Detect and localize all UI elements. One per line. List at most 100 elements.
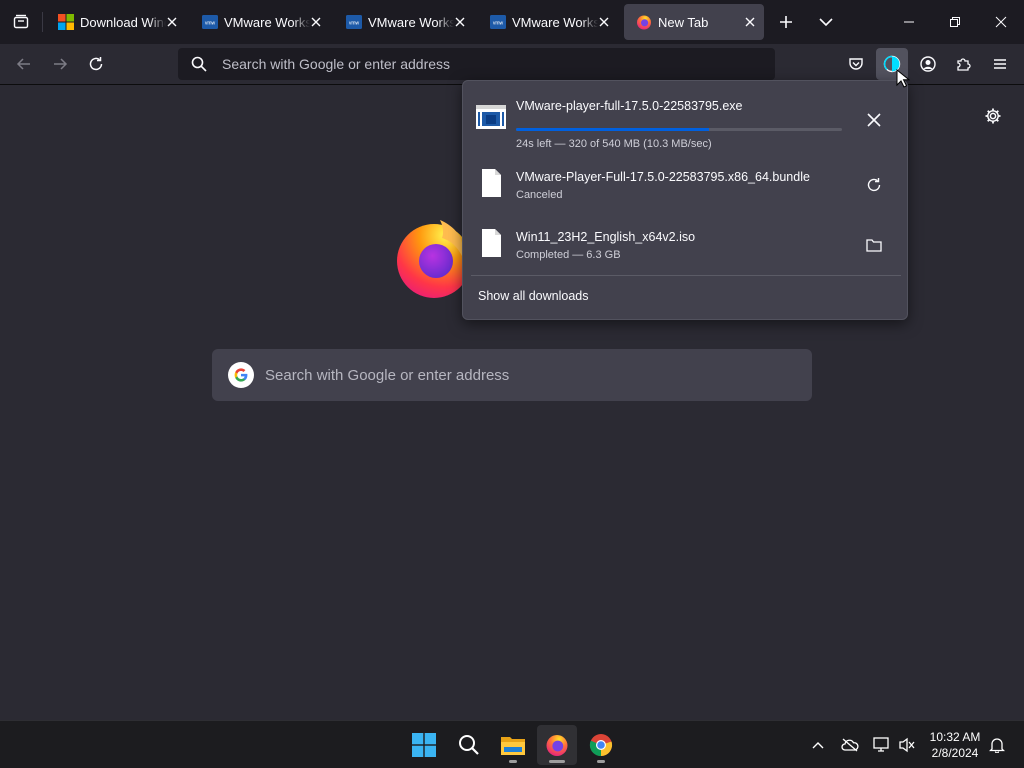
- running-indicator: [509, 760, 517, 763]
- file-icon: [482, 229, 501, 257]
- windows-start-icon: [412, 733, 436, 757]
- reload-button[interactable]: [80, 48, 112, 80]
- close-tab-icon[interactable]: [164, 14, 180, 30]
- browser-window: Download Windows 11 vmw VMware Workstati…: [0, 0, 1024, 768]
- tab-list-button[interactable]: [810, 6, 842, 38]
- tab-title: VMware Workstation: [368, 14, 454, 30]
- show-in-folder-button[interactable]: [861, 232, 887, 258]
- network-icon: [873, 737, 889, 752]
- chevron-down-icon: [819, 18, 833, 27]
- download-progress-fill: [516, 128, 710, 131]
- panel-separator: [471, 275, 901, 276]
- minimize-icon: [904, 21, 914, 23]
- newtab-search-placeholder: Search with Google or enter address: [265, 366, 510, 384]
- clock-date: 2/8/2024: [931, 746, 979, 760]
- search-icon: [190, 55, 208, 73]
- tab-vmware-1[interactable]: vmw VMware Workstation: [190, 4, 330, 40]
- download-item[interactable]: VMware-Player-Full-17.5.0-22583795.x86_6…: [471, 157, 899, 213]
- tab-separator: [42, 12, 43, 32]
- address-bar[interactable]: Search with Google or enter address: [178, 48, 775, 80]
- file-icon: [482, 169, 501, 197]
- pocket-button[interactable]: [840, 48, 872, 80]
- back-button[interactable]: [8, 48, 40, 80]
- svg-text:vmw: vmw: [205, 21, 216, 27]
- windows-taskbar: 10:32 AM 2/8/2024: [0, 720, 1024, 768]
- download-filename: Win11_23H2_English_x64v2.iso: [516, 230, 696, 244]
- show-hidden-icons-button[interactable]: [803, 729, 833, 761]
- cancel-download-button[interactable]: [861, 107, 887, 133]
- onedrive-tray-button[interactable]: [835, 729, 865, 761]
- tab-title: VMware Workstation: [224, 14, 310, 30]
- download-status: 24s left — 320 of 540 MB (10.3 MB/sec): [516, 138, 712, 150]
- taskbar-firefox[interactable]: [537, 725, 577, 765]
- account-icon: [920, 56, 936, 72]
- exe-file-icon: [476, 105, 506, 129]
- tab-strip: Download Windows 11 vmw VMware Workstati…: [0, 0, 1024, 44]
- tab-title: Download Windows 11: [80, 14, 166, 30]
- extensions-button[interactable]: [948, 48, 980, 80]
- taskbar-chrome[interactable]: [581, 725, 621, 765]
- chrome-icon: [589, 734, 613, 757]
- file-explorer-icon: [501, 737, 525, 755]
- svg-text:vmw: vmw: [493, 21, 504, 27]
- gear-icon: [985, 108, 1001, 124]
- running-indicator: [549, 760, 565, 763]
- start-button[interactable]: [404, 725, 444, 765]
- vmware-icon: vmw: [202, 14, 218, 30]
- firefox-icon: [546, 735, 568, 756]
- list-all-tabs-button[interactable]: [0, 0, 42, 44]
- close-window-button[interactable]: [978, 0, 1024, 44]
- show-all-downloads-button[interactable]: Show all downloads: [478, 289, 589, 303]
- address-bar-placeholder: Search with Google or enter address: [222, 56, 451, 72]
- newtab-settings-button[interactable]: [977, 100, 1009, 132]
- restore-icon: [950, 17, 960, 27]
- minimize-button[interactable]: [886, 0, 932, 44]
- download-item[interactable]: Win11_23H2_English_x64v2.iso Completed —…: [471, 217, 899, 273]
- vmware-icon: vmw: [490, 14, 506, 30]
- hamburger-menu-icon: [994, 59, 1006, 69]
- download-filename: VMware-player-full-17.5.0-22583795.exe: [516, 99, 743, 113]
- forward-arrow-icon: [54, 58, 68, 70]
- mouse-cursor: [896, 69, 910, 88]
- taskbar-file-explorer[interactable]: [493, 725, 533, 765]
- navigation-toolbar: Search with Google or enter address: [0, 44, 1024, 85]
- download-item[interactable]: VMware-player-full-17.5.0-22583795.exe 2…: [471, 91, 899, 150]
- close-tab-icon[interactable]: [308, 14, 324, 30]
- tab-title: New Tab: [658, 14, 709, 30]
- firefox-icon: [636, 14, 652, 30]
- close-tab-icon[interactable]: [452, 14, 468, 30]
- app-menu-button[interactable]: [984, 48, 1016, 80]
- tab-vmware-2[interactable]: vmw VMware Workstation: [334, 4, 474, 40]
- tab-download-windows[interactable]: Download Windows 11: [46, 4, 186, 40]
- close-icon: [867, 113, 881, 127]
- vmware-icon: vmw: [346, 14, 362, 30]
- downloads-panel: VMware-player-full-17.5.0-22583795.exe 2…: [462, 80, 908, 320]
- account-button[interactable]: [912, 48, 944, 80]
- forward-button[interactable]: [44, 48, 76, 80]
- puzzle-icon: [957, 58, 971, 71]
- tab-new-tab[interactable]: New Tab: [624, 4, 764, 40]
- new-tab-button[interactable]: [770, 6, 802, 38]
- back-arrow-icon: [16, 58, 30, 70]
- tab-title: VMware Workstation: [512, 14, 598, 30]
- taskbar-clock[interactable]: 10:32 AM 2/8/2024: [922, 729, 988, 761]
- volume-tray-button[interactable]: [892, 729, 922, 761]
- close-tab-icon[interactable]: [742, 14, 758, 30]
- taskbar-search-button[interactable]: [449, 725, 489, 765]
- tab-vmware-3[interactable]: vmw VMware Workstation: [478, 4, 618, 40]
- close-tab-icon[interactable]: [596, 14, 612, 30]
- speaker-muted-icon: [899, 737, 915, 753]
- search-icon: [459, 735, 479, 755]
- download-filename: VMware-Player-Full-17.5.0-22583795.x86_6…: [516, 170, 810, 184]
- running-indicator: [597, 760, 605, 763]
- retry-download-button[interactable]: [861, 172, 887, 198]
- microsoft-icon: [58, 14, 74, 30]
- close-icon: [995, 16, 1007, 28]
- newtab-search-box[interactable]: Search with Google or enter address: [212, 349, 812, 401]
- google-icon: [228, 362, 254, 388]
- plus-icon: [780, 16, 792, 28]
- notifications-button[interactable]: [982, 729, 1012, 761]
- tab-manager-icon: [13, 14, 29, 29]
- restore-button[interactable]: [932, 0, 978, 44]
- clock-time: 10:32 AM: [929, 730, 981, 744]
